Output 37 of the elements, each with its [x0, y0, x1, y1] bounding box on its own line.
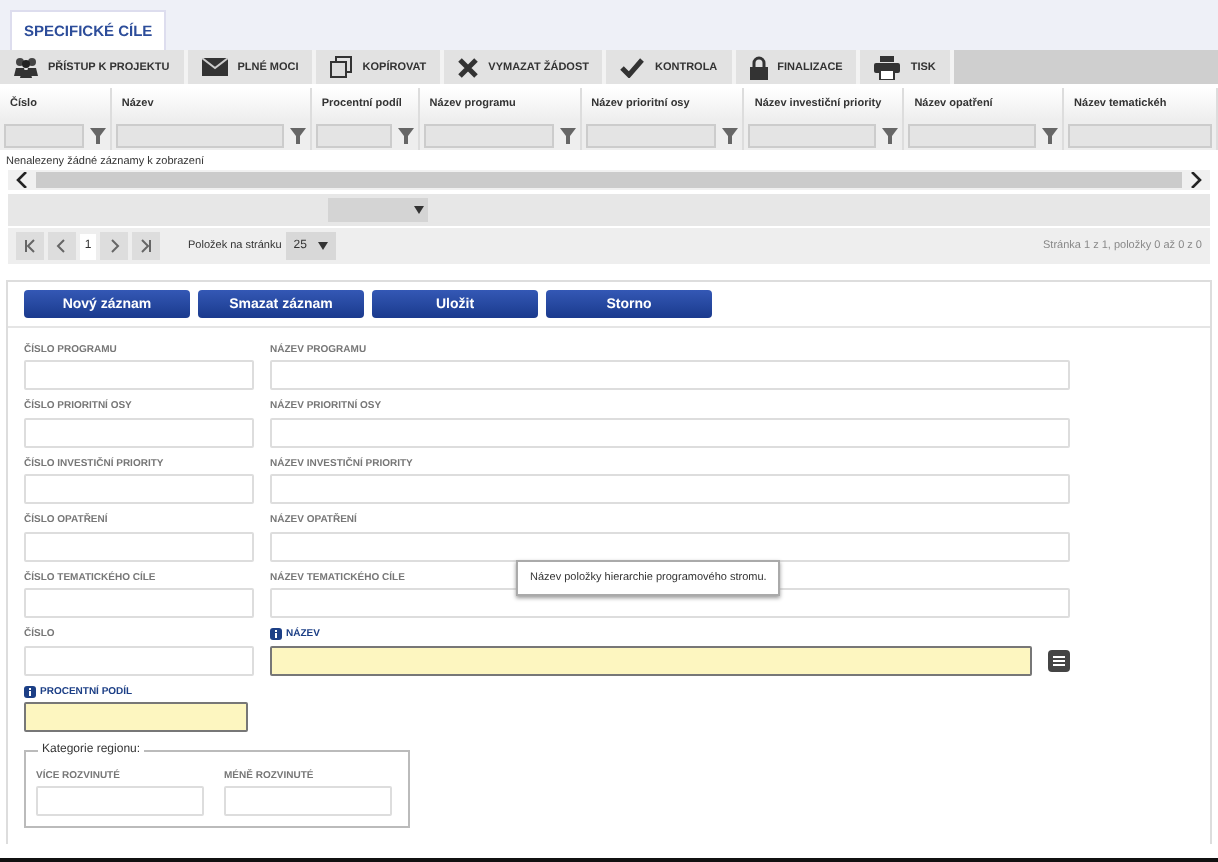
next-page-icon[interactable] [100, 232, 128, 260]
caret-icon [318, 242, 329, 250]
text-field[interactable] [270, 645, 1032, 675]
filter-icon[interactable] [89, 127, 106, 143]
lock-icon [749, 55, 768, 79]
filter-icon[interactable] [559, 127, 576, 143]
previous-page-icon[interactable] [48, 232, 76, 260]
filter-field[interactable] [115, 123, 284, 147]
filter-field[interactable] [585, 123, 717, 147]
horizontal-scrollbar[interactable] [8, 170, 1210, 190]
printer-icon [874, 55, 901, 79]
close-icon [458, 57, 479, 77]
filter-icon[interactable] [882, 127, 899, 143]
filter-field[interactable] [748, 123, 877, 147]
people-icon [14, 56, 38, 78]
first-page-icon[interactable] [16, 232, 44, 260]
filter-field[interactable] [315, 123, 392, 147]
last-page-icon[interactable] [132, 232, 160, 260]
filter-field[interactable] [4, 123, 84, 147]
envelope-icon [201, 58, 228, 76]
filter-icon[interactable] [722, 127, 739, 143]
filter-icon[interactable] [1042, 127, 1059, 143]
info-icon[interactable] [24, 685, 36, 697]
filter-field[interactable] [1068, 123, 1213, 147]
filter-icon[interactable] [397, 127, 414, 143]
text-field[interactable] [24, 702, 248, 732]
dropdown[interactable] [328, 198, 428, 222]
copy-icon [330, 56, 353, 78]
filter-icon[interactable] [289, 127, 306, 143]
chevron-right-icon[interactable] [1190, 172, 1202, 188]
filter-field[interactable] [423, 123, 554, 147]
check-icon [620, 57, 645, 77]
chevron-left-icon[interactable] [16, 172, 28, 188]
filter-field[interactable] [908, 123, 1037, 147]
caret-icon [414, 206, 424, 214]
info-icon[interactable] [270, 628, 282, 640]
list-icon[interactable] [1048, 649, 1070, 671]
